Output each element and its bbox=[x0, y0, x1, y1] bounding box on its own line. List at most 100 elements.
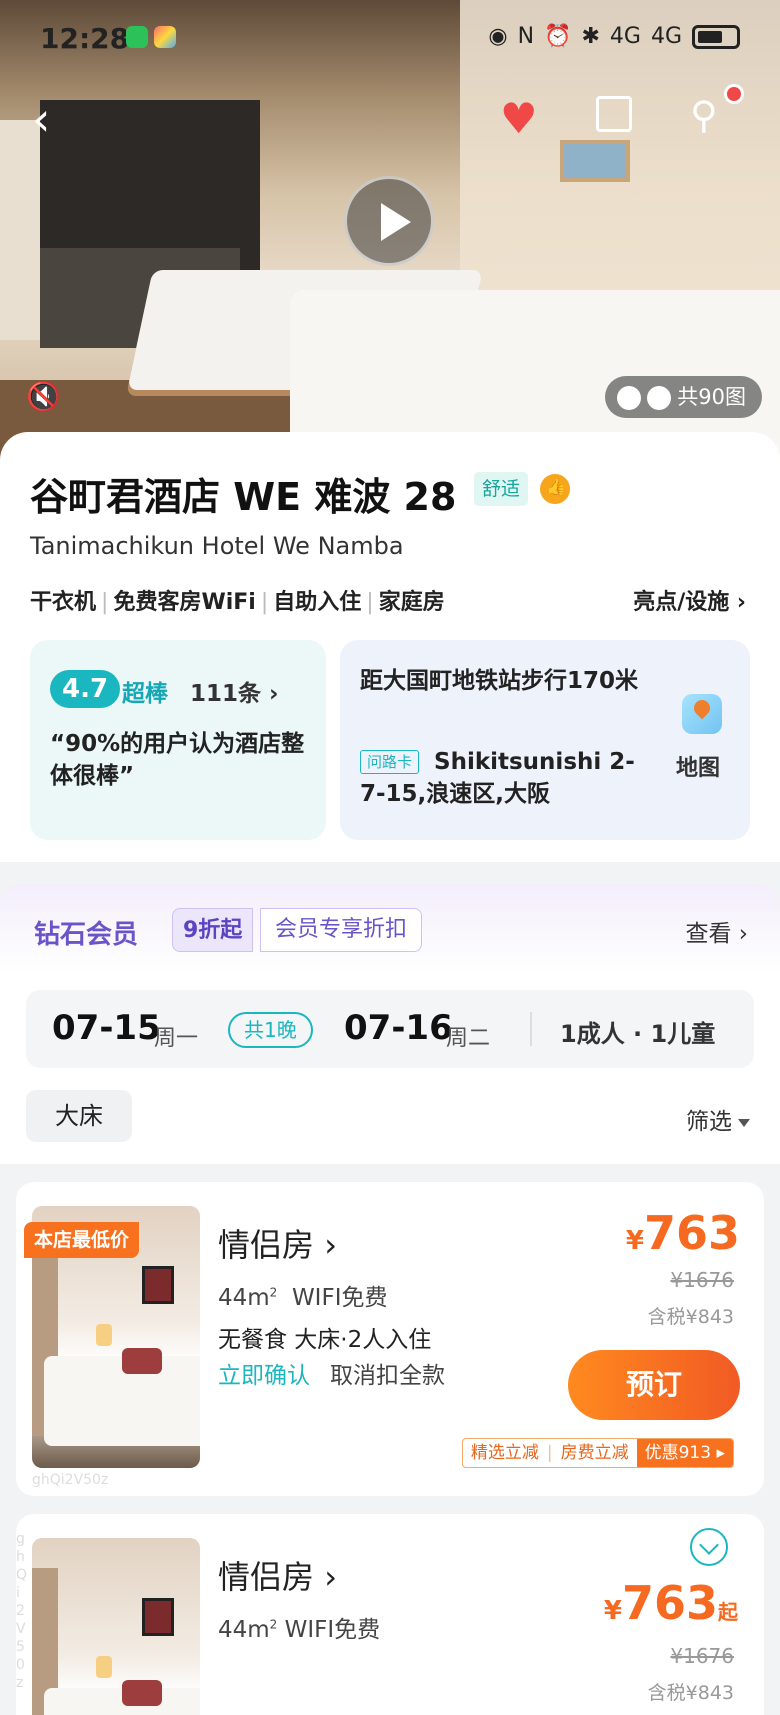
review-count-label: 111条 bbox=[190, 681, 262, 707]
map-label[interactable]: 地图 bbox=[676, 750, 720, 782]
facility-item: 自助入住 bbox=[273, 590, 362, 615]
promo-strip[interactable]: 精选立减 | 房费立减 优惠913 ▸ bbox=[461, 1438, 734, 1468]
signal-1-label: 4G bbox=[609, 24, 641, 49]
room-info: 44m2 WIFI免费 bbox=[218, 1617, 381, 1643]
room-price: ¥763起 bbox=[604, 1576, 738, 1630]
chevron-right-icon: › bbox=[324, 1558, 337, 1596]
photo-lamp bbox=[96, 1656, 112, 1678]
cancel-policy: 取消扣全款 bbox=[330, 1363, 445, 1389]
currency: ¥ bbox=[625, 1226, 644, 1256]
divider bbox=[530, 1012, 532, 1046]
hotel-address: Shikitsunishi 2-7-15,浪速区,大阪 bbox=[360, 749, 635, 807]
gallery-button[interactable]: 共90图 bbox=[605, 376, 762, 418]
caret-down-icon bbox=[738, 1118, 750, 1127]
alarm-icon: ⏰ bbox=[544, 24, 572, 49]
price-suffix: 起 bbox=[718, 1600, 738, 1624]
chevron-right-icon: › bbox=[269, 681, 279, 707]
photo-wall-art bbox=[142, 1598, 174, 1636]
thumbs-up-icon bbox=[540, 474, 570, 504]
gallery-count: 共90图 bbox=[677, 385, 746, 409]
heart-icon[interactable]: ♥ bbox=[500, 98, 538, 140]
price-value: 763 bbox=[643, 1206, 740, 1260]
filter-label: 筛选 bbox=[686, 1109, 732, 1135]
watermark: ghQi2V50z bbox=[32, 1472, 109, 1488]
room-photo[interactable] bbox=[32, 1538, 200, 1715]
chevron-right-icon: › bbox=[736, 590, 746, 615]
chevron-right-icon: › bbox=[324, 1226, 337, 1264]
highlights-link[interactable]: 亮点/设施 › bbox=[633, 584, 746, 616]
signal-2-label: 4G bbox=[650, 24, 682, 49]
hero-cabinet bbox=[40, 100, 260, 270]
app-icon bbox=[154, 26, 176, 48]
room-info: 44m2 WIFI免费 bbox=[218, 1285, 388, 1311]
filter-chip-king-bed[interactable]: 大床 bbox=[26, 1090, 132, 1142]
currency: ¥ bbox=[603, 1596, 622, 1626]
original-price: ¥1676 bbox=[670, 1268, 734, 1292]
rating-score: 4.7 bbox=[50, 670, 121, 708]
chevron-right-icon: › bbox=[738, 921, 748, 947]
status-time: 12:28 bbox=[40, 22, 130, 55]
room-name-label: 情侣房 bbox=[218, 1226, 315, 1264]
facility-item: 干衣机 bbox=[30, 590, 97, 615]
eye-icon: ◉ bbox=[488, 24, 508, 49]
facility-list[interactable]: 干衣机 | 免费客房WiFi | 自助入住 | 家庭房 bbox=[30, 584, 445, 616]
comfort-tag: 舒适 bbox=[474, 472, 529, 506]
room-name[interactable]: 情侣房 › bbox=[218, 1220, 337, 1266]
nfc-icon: N bbox=[517, 24, 535, 49]
room-wifi: WIFI免费 bbox=[284, 1617, 381, 1643]
room-meal-bed: 无餐食 大床·2人入住 bbox=[218, 1327, 432, 1353]
status-right: ◉ N ⏰ ✱ 4G 4G bbox=[478, 24, 740, 49]
share-icon[interactable] bbox=[596, 96, 632, 132]
play-icon[interactable] bbox=[344, 176, 434, 266]
membership-title: 钻石会员 bbox=[34, 920, 139, 950]
back-icon[interactable]: ‹ bbox=[32, 96, 50, 142]
checkin-weekday: 周一 bbox=[154, 1026, 199, 1051]
footprint-icon[interactable]: ⚲ bbox=[690, 96, 718, 134]
hotel-info-card: 谷町君酒店 WE 难波 28 舒适 Tanimachikun Hotel We … bbox=[0, 432, 780, 862]
bluetooth-icon: ✱ bbox=[581, 24, 600, 49]
guest-selector[interactable]: 1成人 · 1儿童 bbox=[560, 1014, 715, 1049]
room-name[interactable]: 情侣房 › bbox=[218, 1552, 337, 1598]
nights-badge: 共1晚 bbox=[228, 1012, 313, 1048]
status-bar: 12:28 ◉ N ⏰ ✱ 4G 4G bbox=[40, 18, 740, 58]
rating-word: 超棒 bbox=[122, 681, 168, 707]
tax-price: 含税¥843 bbox=[647, 1306, 734, 1328]
booking-section: 钻石会员 9折起 会员专享折扣 查看 › 07-15 周一 共1晚 07-16 … bbox=[0, 884, 780, 1164]
hero-frame bbox=[560, 140, 630, 182]
lowest-price-badge: 本店最低价 bbox=[24, 1222, 140, 1258]
photo-pillow bbox=[122, 1348, 162, 1374]
location-card[interactable]: 距大国町地铁站步行170米 问路卡 Shikitsunishi 2-7-15,浪… bbox=[340, 640, 750, 840]
status-app-icons bbox=[126, 26, 182, 48]
mute-icon[interactable]: 🔇 bbox=[26, 380, 61, 413]
book-button[interactable]: 预订 bbox=[568, 1350, 740, 1420]
membership-view-link[interactable]: 查看 › bbox=[685, 914, 748, 948]
promo-item: 房费立减 bbox=[560, 1443, 629, 1463]
facility-item: 家庭房 bbox=[378, 590, 445, 615]
image-icon bbox=[617, 386, 642, 410]
tax-price: 含税¥843 bbox=[647, 1682, 734, 1704]
room-area: 44m bbox=[218, 1285, 270, 1311]
video-icon bbox=[647, 386, 672, 410]
checkout-date: 07-16 bbox=[344, 1008, 453, 1048]
membership-view-label: 查看 bbox=[685, 921, 732, 947]
rating-card[interactable]: 4.7 超棒 111条 › “90%的用户认为酒店整体很棒” bbox=[30, 640, 326, 840]
notification-dot bbox=[724, 84, 744, 104]
date-selector[interactable]: 07-15 周一 共1晚 07-16 周二 1成人 · 1儿童 bbox=[26, 990, 754, 1068]
wechat-icon bbox=[126, 26, 148, 48]
map-icon[interactable] bbox=[682, 694, 722, 734]
original-price: ¥1676 bbox=[670, 1644, 734, 1668]
station-distance: 距大国町地铁站步行170米 bbox=[360, 668, 639, 694]
membership-desc: 会员专享折扣 bbox=[260, 908, 423, 952]
room-wifi: WIFI免费 bbox=[291, 1285, 388, 1311]
membership-banner[interactable]: 钻石会员 9折起 会员专享折扣 查看 › bbox=[0, 884, 780, 974]
room-price: ¥763 bbox=[626, 1206, 740, 1260]
battery-icon bbox=[692, 25, 740, 49]
room-card[interactable]: 情侣房 › 44m2 WIFI免费 ¥763起 ¥1676 含税¥843 bbox=[16, 1514, 764, 1715]
chevron-down-icon[interactable] bbox=[690, 1528, 728, 1566]
room-card[interactable]: 9张 本店最低价 情侣房 › 44m2 WIFI免费 无餐食 大床·2人入住 立… bbox=[16, 1182, 764, 1496]
instant-confirm: 立即确认 bbox=[218, 1363, 310, 1389]
filter-button[interactable]: 筛选 bbox=[686, 1102, 750, 1136]
review-count: 111条 › bbox=[190, 674, 279, 708]
hero-media[interactable]: 12:28 ◉ N ⏰ ✱ 4G 4G ‹ ♥ ⚲ 🔇 共90图 bbox=[0, 0, 780, 460]
membership-discount: 9折起 bbox=[172, 908, 254, 952]
